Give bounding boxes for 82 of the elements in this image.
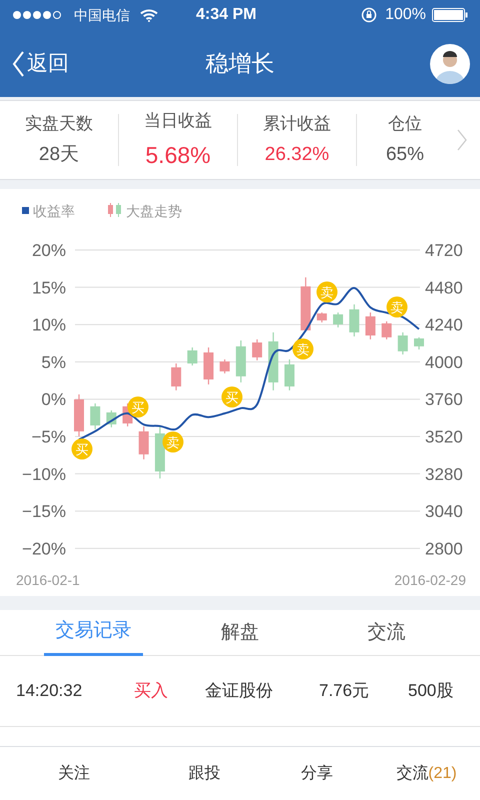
candle — [333, 312, 344, 328]
candle — [316, 312, 327, 322]
candle — [398, 332, 408, 354]
carrier-name: 中国电信 — [74, 6, 130, 24]
trade-marker: 买 — [128, 396, 148, 418]
candle — [187, 347, 198, 366]
avatar-icon[interactable] — [430, 44, 470, 84]
candle — [252, 339, 262, 360]
tab[interactable]: 解盘 — [166, 610, 314, 656]
legend-swatch-icon — [22, 207, 29, 214]
signal-icon — [12, 10, 64, 20]
legend-label: 大盘走势 — [126, 203, 182, 219]
date-label: 2016-02-1 — [16, 572, 80, 588]
clock-time: 4:34 PM — [196, 5, 256, 25]
stat-label: 仓位 — [388, 113, 422, 135]
candle — [90, 403, 100, 430]
axis-label: −5% — [32, 428, 66, 446]
trade-marker: 买 — [222, 386, 242, 408]
trade-marker: 买 — [72, 438, 92, 460]
chevron-left-icon — [12, 50, 24, 76]
axis-label: 4240 — [425, 316, 463, 335]
stat-value: 26.32% — [264, 142, 330, 166]
stat-value: 5.68% — [145, 140, 211, 170]
rotation-lock-icon — [361, 7, 378, 23]
bottom-action[interactable]: 分享 — [301, 762, 333, 786]
axis-label: 5% — [41, 352, 66, 372]
axis-label: 2800 — [425, 539, 463, 558]
bottom-action[interactable]: 跟投 — [188, 762, 220, 786]
page-title: 稳增长 — [204, 49, 276, 78]
candle — [204, 347, 214, 384]
candle — [220, 359, 230, 374]
legend-label: 收益率 — [33, 203, 75, 219]
axis-label: 3760 — [425, 390, 463, 410]
candle — [382, 321, 392, 340]
axis-label: −15% — [22, 502, 66, 522]
stat-value: 28天 — [38, 142, 80, 166]
candle — [171, 363, 182, 390]
candle — [268, 332, 278, 390]
axis-label: 4000 — [425, 352, 463, 372]
battery-percent: 100% — [385, 5, 426, 25]
candle — [154, 426, 165, 478]
wifi-icon — [140, 8, 158, 22]
battery-icon — [432, 8, 468, 22]
trade-time: 14:20:32 — [16, 680, 84, 702]
bottom-action[interactable]: 关注 — [58, 762, 90, 786]
stat-value: 65% — [386, 142, 424, 166]
stat-label: 当日收益 — [144, 110, 212, 132]
axis-label: 10% — [32, 316, 66, 335]
axis-label: 0% — [41, 390, 66, 410]
stock-name: 金证股份 — [205, 680, 274, 702]
candle — [106, 410, 116, 428]
axis-label: 3280 — [425, 464, 463, 484]
candle — [284, 359, 294, 390]
stat-label: 累计收益 — [263, 113, 331, 135]
axis-label: 4480 — [425, 278, 463, 298]
candle — [74, 394, 84, 436]
trade-marker: 卖 — [292, 338, 314, 360]
trade-action: 买入 — [134, 680, 169, 702]
trade-marker: 卖 — [162, 432, 184, 452]
axis-label: 3520 — [425, 428, 463, 446]
back-button[interactable]: 返回 — [12, 48, 69, 80]
axis-label: −10% — [22, 464, 66, 484]
candle-legend-icon — [108, 203, 121, 217]
trade-marker: 卖 — [386, 296, 408, 318]
candle — [414, 337, 424, 350]
axis-label: 4720 — [425, 241, 463, 260]
tab[interactable]: 交流 — [313, 610, 460, 656]
candle — [236, 340, 246, 382]
axis-label: −20% — [22, 539, 66, 558]
candle — [365, 312, 376, 340]
date-label: 2016-02-29 — [394, 572, 466, 588]
candle — [138, 426, 149, 460]
axis-label: 20% — [32, 241, 66, 260]
bottom-action[interactable]: 交流(21) — [396, 762, 457, 786]
trade-quantity: 500股 — [408, 680, 454, 702]
axis-label: 15% — [32, 278, 66, 298]
axis-label: 3040 — [425, 502, 463, 522]
stat-label: 实盘天数 — [25, 113, 93, 135]
candle — [300, 277, 311, 330]
trade-price: 7.76元 — [319, 680, 370, 702]
trade-marker: 卖 — [316, 282, 338, 302]
candle — [349, 304, 360, 336]
